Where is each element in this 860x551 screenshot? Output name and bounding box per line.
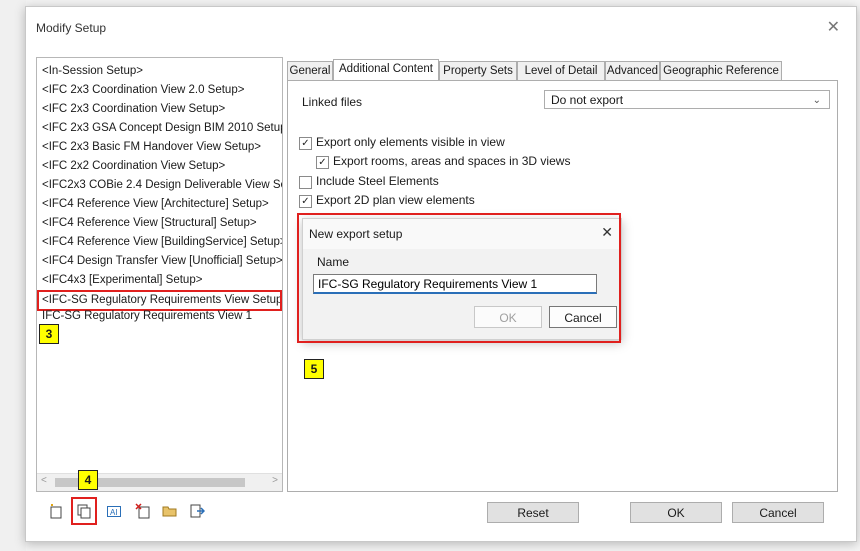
window-title: Modify Setup (36, 21, 107, 35)
linked-files-dropdown[interactable]: Do not export ⌄ (544, 90, 830, 109)
tab-general[interactable]: General (287, 61, 333, 80)
checkbox-label: Include Steel Elements (316, 174, 439, 188)
modify-setup-dialog: Modify Setup ✕ <In-Session Setup> <IFC 2… (25, 6, 857, 542)
setup-list-item[interactable]: <IFC4 Design Transfer View [Unofficial] … (37, 252, 282, 271)
duplicate-button-highlight (71, 497, 97, 525)
callout-badge-5: 5 (304, 359, 324, 379)
cancel-button[interactable]: Cancel (732, 502, 824, 523)
setup-list-item[interactable]: <IFC4 Reference View [Architecture] Setu… (37, 195, 282, 214)
checkbox-label: Export 2D plan view elements (316, 193, 475, 207)
checkbox-steel-elements[interactable] (299, 176, 312, 189)
ok-button[interactable]: OK (630, 502, 722, 523)
horizontal-scrollbar[interactable]: < > (37, 473, 282, 491)
setup-list[interactable]: <In-Session Setup> <IFC 2x3 Coordination… (36, 57, 283, 492)
tab-advanced[interactable]: Advanced (605, 61, 660, 80)
svg-text:AI: AI (110, 508, 118, 517)
background-left-edge (0, 0, 26, 551)
setup-list-item[interactable]: <IFC 2x3 GSA Concept Design BIM 2010 Set… (37, 119, 282, 138)
export-setup-icon[interactable] (188, 503, 206, 521)
tab-property-sets[interactable]: Property Sets (439, 61, 517, 80)
checkbox-export-rooms[interactable]: ✓ (316, 156, 329, 169)
callout-badge-3: 3 (39, 324, 59, 344)
reset-button[interactable]: Reset (487, 502, 579, 523)
delete-setup-icon[interactable] (134, 503, 152, 521)
checkbox-2d-plan-elements[interactable]: ✓ (299, 195, 312, 208)
chevron-down-icon: ⌄ (812, 95, 821, 106)
new-setup-icon[interactable] (47, 503, 65, 521)
scroll-left-icon[interactable]: < (41, 475, 47, 486)
import-setup-icon[interactable] (161, 503, 179, 521)
setup-list-item[interactable]: <In-Session Setup> (37, 62, 282, 81)
checkbox-visible-elements[interactable]: ✓ (299, 137, 312, 150)
tab-additional-content[interactable]: Additional Content (333, 59, 439, 81)
close-icon[interactable]: ✕ (827, 17, 840, 37)
setup-list-item[interactable]: <IFC4 Reference View [BuildingService] S… (37, 233, 282, 252)
setup-list-item[interactable]: <IFC 2x3 Coordination View 2.0 Setup> (37, 81, 282, 100)
callout-badge-4: 4 (78, 470, 98, 490)
setup-list-item[interactable]: <IFC4 Reference View [Structural] Setup> (37, 214, 282, 233)
setup-list-item[interactable]: <IFC 2x2 Coordination View Setup> (37, 157, 282, 176)
linked-files-label: Linked files (302, 95, 363, 109)
linked-files-value: Do not export (551, 93, 624, 107)
scroll-right-icon[interactable]: > (272, 475, 278, 486)
setup-list-item[interactable]: <IFC 2x3 Coordination View Setup> (37, 100, 282, 119)
checkbox-label: Export rooms, areas and spaces in 3D vie… (333, 154, 571, 168)
title-bar: Modify Setup ✕ (26, 7, 856, 47)
new-export-dialog-highlight (297, 213, 621, 343)
rename-setup-icon[interactable]: AI (105, 503, 123, 521)
setup-list-item[interactable]: <IFC2x3 COBie 2.4 Design Deliverable Vie… (37, 176, 282, 195)
tab-level-of-detail[interactable]: Level of Detail (517, 61, 605, 80)
tab-geographic-reference[interactable]: Geographic Reference (660, 61, 782, 80)
setup-list-item[interactable]: <IFC 2x3 Basic FM Handover View Setup> (37, 138, 282, 157)
setup-list-item[interactable]: IFC-SG Regulatory Requirements View 1 (37, 307, 282, 326)
checkbox-label: Export only elements visible in view (316, 135, 505, 149)
setup-list-item[interactable]: <IFC4x3 [Experimental] Setup> (37, 271, 282, 290)
